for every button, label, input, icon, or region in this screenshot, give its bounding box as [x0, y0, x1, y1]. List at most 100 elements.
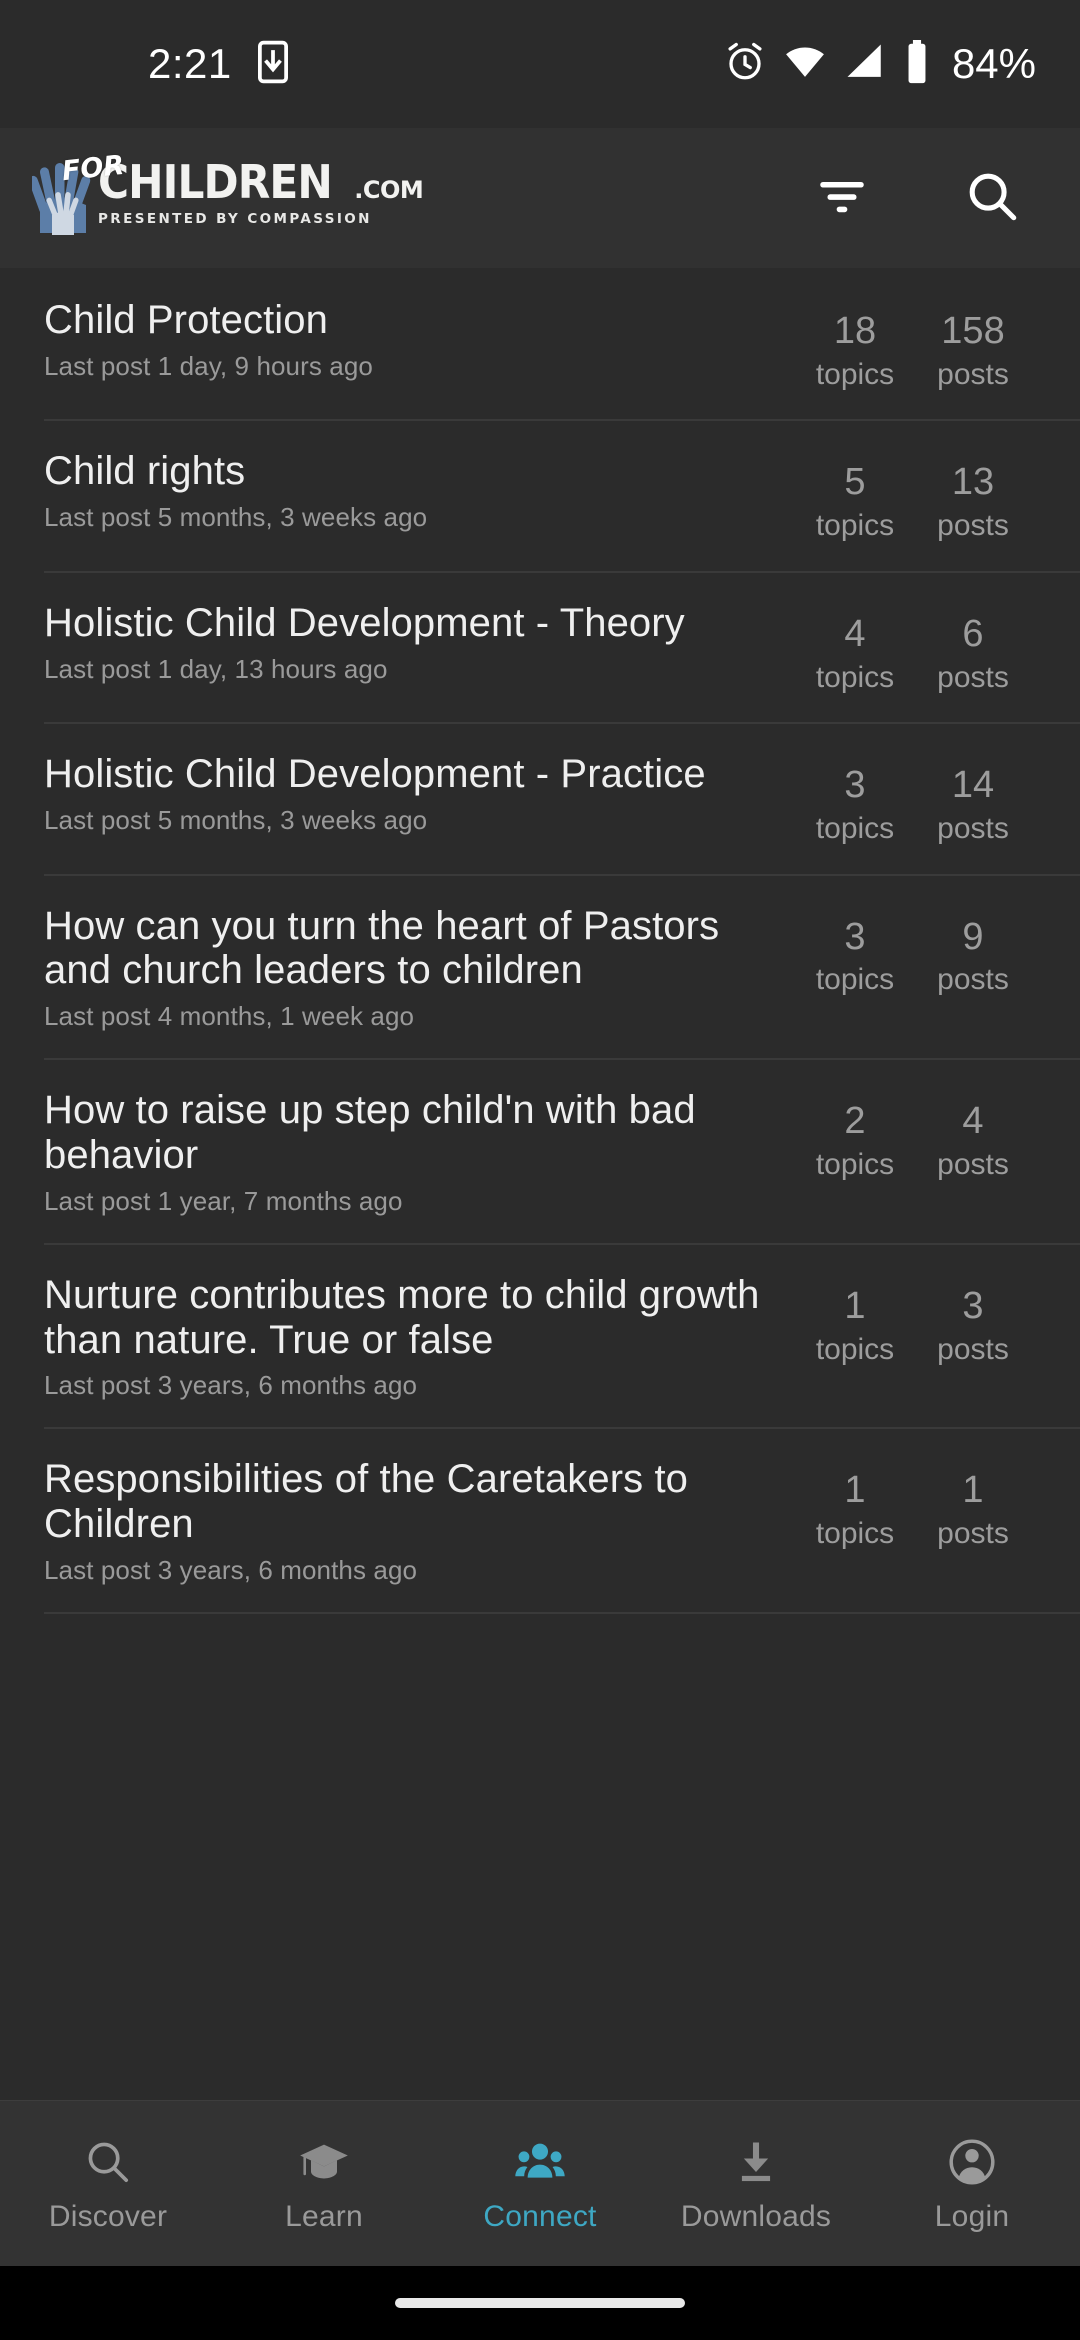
topics-count: 4: [844, 612, 866, 655]
topics-label: topics: [815, 963, 895, 997]
posts-count: 13: [951, 461, 995, 504]
forum-row-stats: 18 topics 158 posts: [796, 298, 1032, 393]
topics-stat: 2 topics: [796, 1100, 914, 1183]
nav-item-login[interactable]: Login: [864, 2134, 1080, 2234]
posts-label: posts: [937, 1332, 1009, 1366]
status-bar: 2:21 84%: [0, 0, 1080, 128]
forum-row-title: Child rights: [44, 449, 246, 494]
forum-row[interactable]: Child Protection Last post 1 day, 9 hour…: [0, 268, 1080, 419]
posts-label: posts: [937, 812, 1009, 846]
nav-label-learn: Learn: [285, 2199, 363, 2233]
home-indicator[interactable]: [395, 2298, 685, 2308]
topics-count: 18: [833, 310, 877, 352]
posts-label: posts: [937, 357, 1009, 391]
topics-count: 2: [844, 1100, 866, 1143]
posts-count: 14: [951, 764, 995, 807]
logo-children-text: CHILDREN: [98, 155, 333, 209]
topics-label: topics: [815, 357, 895, 391]
topics-label: topics: [815, 1332, 895, 1366]
nav-item-learn[interactable]: Learn: [216, 2134, 432, 2234]
download-icon: [730, 2134, 782, 2190]
forum-row-last-post: Last post 3 years, 6 months ago: [44, 1370, 418, 1401]
battery-percentage: 84%: [951, 40, 1036, 87]
posts-stat: 6 posts: [914, 614, 1032, 696]
status-bar-right: 84%: [724, 39, 1036, 89]
topics-stat: 4 topics: [796, 612, 914, 696]
cellular-signal-icon: [844, 41, 886, 88]
nav-item-downloads[interactable]: Downloads: [648, 2134, 864, 2234]
download-app-icon: [257, 40, 288, 89]
forum-row-stats: 1 topics 1 posts: [796, 1457, 1032, 1552]
app-bar-actions: [810, 166, 1024, 230]
posts-stat: 4 posts: [914, 1100, 1032, 1183]
forum-row-last-post: Last post 5 months, 3 weeks ago: [44, 804, 428, 835]
forum-row[interactable]: How to raise up step child'n with bad be…: [0, 1058, 1080, 1243]
forum-row-stats: 3 topics 14 posts: [796, 752, 1032, 847]
nav-label-login: Login: [934, 2199, 1010, 2233]
logo-wordmark: CHILDREN .COM PRESENTED BY COMPASSION: [98, 155, 424, 227]
forum-row-title: Holistic Child Development - Theory: [44, 600, 685, 645]
forum-row-main: Holistic Child Development - Practice La…: [44, 752, 796, 836]
forum-row-stats: 3 topics 9 posts: [796, 904, 1032, 999]
battery-icon: [904, 39, 930, 89]
status-bar-clock: 2:21: [148, 40, 232, 87]
forum-row[interactable]: Nurture contributes more to child growth…: [0, 1242, 1080, 1428]
app-logo[interactable]: FOR CHILDREN .COM PRESENTED BY COMPASSIO…: [28, 150, 424, 241]
gesture-navigation-bar: [0, 2266, 1080, 2340]
topics-label: topics: [815, 1517, 895, 1551]
posts-label: posts: [937, 660, 1009, 694]
posts-label: posts: [937, 1517, 1009, 1551]
nav-item-connect[interactable]: Connect: [432, 2134, 648, 2234]
forum-row-last-post: Last post 1 day, 9 hours ago: [44, 350, 373, 381]
forum-row-title: Responsibilities of the Caretakers to Ch…: [44, 1457, 689, 1547]
forum-row-main: Holistic Child Development - Theory Last…: [44, 601, 796, 685]
forum-row-stats: 2 topics 4 posts: [796, 1088, 1032, 1183]
phone-screen: 2:21 84% FOR CHILDREN .COM PRESENTED BY …: [0, 0, 1080, 2340]
topics-stat: 1 topics: [796, 1286, 914, 1368]
topics-label: topics: [815, 812, 895, 846]
posts-stat: 158 posts: [914, 310, 1032, 393]
topics-count: 5: [844, 461, 866, 504]
forum-row-main: Responsibilities of the Caretakers to Ch…: [44, 1457, 796, 1586]
nav-item-discover[interactable]: Discover: [0, 2134, 216, 2234]
forum-row[interactable]: Holistic Child Development - Practice La…: [0, 722, 1080, 873]
nav-label-downloads: Downloads: [680, 2199, 832, 2233]
topics-stat: 1 topics: [796, 1469, 914, 1552]
forum-row-main: Child Protection Last post 1 day, 9 hour…: [44, 298, 796, 382]
people-group-icon: [514, 2134, 566, 2190]
forum-row-main: How to raise up step child'n with bad be…: [44, 1088, 796, 1217]
filter-button[interactable]: [810, 166, 874, 230]
forum-row-stats: 1 topics 3 posts: [796, 1273, 1032, 1368]
posts-count: 158: [941, 310, 1005, 352]
forum-list[interactable]: Child Protection Last post 1 day, 9 hour…: [0, 268, 1080, 2100]
forum-row[interactable]: Holistic Child Development - Theory Last…: [0, 570, 1080, 722]
forum-row[interactable]: Child rights Last post 5 months, 3 weeks…: [0, 419, 1080, 570]
forum-row-last-post: Last post 3 years, 6 months ago: [44, 1554, 418, 1585]
posts-count: 1: [962, 1469, 984, 1512]
forum-row-stats: 5 topics 13 posts: [796, 449, 1032, 544]
posts-stat: 9 posts: [914, 917, 1032, 999]
topics-stat: 5 topics: [796, 461, 914, 544]
filter-icon: [813, 167, 871, 230]
forum-row-last-post: Last post 4 months, 1 week ago: [44, 1001, 415, 1032]
forum-row[interactable]: Responsibilities of the Caretakers to Ch…: [0, 1427, 1080, 1612]
posts-label: posts: [937, 509, 1009, 543]
forum-row-main: Nurture contributes more to child growth…: [44, 1273, 796, 1402]
logo-main-line: CHILDREN .COM: [98, 155, 424, 209]
forum-row-title: How can you turn the heart of Pastors an…: [44, 903, 720, 993]
posts-stat: 14 posts: [914, 764, 1032, 847]
list-bottom-divider: [44, 1611, 1080, 1614]
search-button[interactable]: [960, 166, 1024, 230]
nav-label-discover: Discover: [48, 2199, 168, 2233]
topics-count: 1: [844, 1469, 866, 1512]
topics-label: topics: [815, 1148, 895, 1182]
posts-count: 4: [962, 1100, 984, 1143]
forum-row-main: Child rights Last post 5 months, 3 weeks…: [44, 449, 796, 533]
posts-stat: 13 posts: [914, 461, 1032, 544]
forum-row[interactable]: How can you turn the heart of Pastors an…: [0, 873, 1080, 1059]
topics-count: 3: [844, 764, 866, 807]
topics-label: topics: [815, 660, 895, 694]
forum-row-main: How can you turn the heart of Pastors an…: [44, 904, 796, 1033]
status-bar-left: 2:21: [148, 40, 288, 89]
posts-stat: 3 posts: [914, 1286, 1032, 1368]
